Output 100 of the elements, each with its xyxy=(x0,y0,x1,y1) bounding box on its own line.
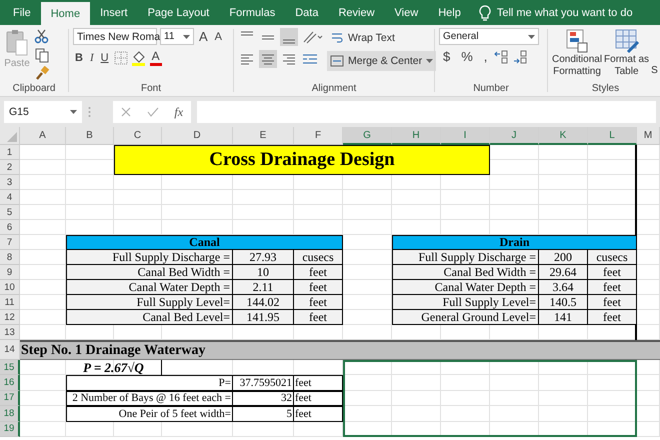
ribbon-tab[interactable]: Data xyxy=(285,0,328,25)
row-header[interactable]: 9 xyxy=(0,265,20,280)
column-header[interactable]: G xyxy=(343,127,392,145)
table-cell: Full Supply Discharge = xyxy=(392,250,539,265)
column-header[interactable]: C xyxy=(114,127,162,145)
bold-button[interactable]: B xyxy=(73,52,85,64)
table-cell: 10 xyxy=(233,265,294,280)
row-header[interactable]: 8 xyxy=(0,250,20,265)
drag-handle-icon[interactable] xyxy=(88,106,91,118)
row-header[interactable]: 10 xyxy=(0,280,20,295)
table-cell: Canal Bed Width = xyxy=(392,265,539,280)
table-cell: Full Supply Level= xyxy=(392,295,539,310)
merge-center-button[interactable]: Merge & Center xyxy=(327,51,436,71)
row-header[interactable]: 12 xyxy=(0,310,20,325)
scissors-icon[interactable] xyxy=(34,28,50,44)
column-header[interactable]: B xyxy=(66,127,114,145)
ribbon-tab[interactable]: Help xyxy=(428,0,471,25)
row-header[interactable]: 4 xyxy=(0,190,20,205)
row-header[interactable]: 5 xyxy=(0,205,20,220)
table-cell: feet xyxy=(588,310,637,325)
column-header[interactable]: F xyxy=(294,127,343,145)
conditional-formatting-button[interactable]: Conditional Formatting xyxy=(551,28,604,78)
clipboard-icon xyxy=(4,28,30,58)
ribbon-tab[interactable]: Page Layout xyxy=(138,0,220,25)
table-cell: 2.11 xyxy=(233,280,294,295)
row-header[interactable]: 19 xyxy=(0,422,20,437)
ribbon-tab[interactable]: Review xyxy=(328,0,385,25)
row-header[interactable]: 6 xyxy=(0,220,20,235)
table-cell: feet xyxy=(588,280,637,295)
ribbon-tab[interactable]: Insert xyxy=(90,0,138,25)
tell-me-search[interactable]: Tell me what you want to do xyxy=(496,6,633,18)
row-header[interactable]: 18 xyxy=(0,406,20,422)
format-as-table-button[interactable]: Format as Table xyxy=(603,28,650,78)
column-header[interactable]: E xyxy=(233,127,294,145)
row-header[interactable]: 17 xyxy=(0,390,20,406)
currency-button[interactable]: $ xyxy=(439,49,454,64)
column-header[interactable]: A xyxy=(20,127,66,145)
table-cell: 5 xyxy=(233,406,294,422)
row-header[interactable]: 13 xyxy=(0,325,20,340)
font-color-button[interactable]: A xyxy=(150,49,162,66)
wrap-text-button[interactable]: Wrap Text xyxy=(327,28,436,48)
percent-button[interactable]: % xyxy=(457,49,477,64)
table-cell: 29.64 xyxy=(539,265,588,280)
ribbon-tab[interactable]: Home xyxy=(40,2,90,25)
cell-styles-button[interactable]: S xyxy=(651,65,658,76)
ribbon-tab[interactable]: View xyxy=(384,0,428,25)
insert-function-button[interactable]: fx xyxy=(174,104,184,120)
column-header[interactable]: H xyxy=(392,127,441,145)
row-header[interactable]: 1 xyxy=(0,145,20,160)
caret-icon xyxy=(426,59,434,63)
column-header[interactable]: K xyxy=(539,127,588,145)
table-cell: feet xyxy=(294,280,343,295)
column-header[interactable]: I xyxy=(441,127,490,145)
decrease-decimal-icon[interactable] xyxy=(513,50,530,64)
table-cell: 37.7595021 xyxy=(233,375,294,391)
row-header[interactable]: 11 xyxy=(0,295,20,310)
increase-decimal-icon[interactable] xyxy=(494,50,510,64)
ribbon-tab[interactable]: File xyxy=(3,0,41,25)
table-cell: Full Supply Discharge = xyxy=(66,250,233,265)
sheet-title: Cross Drainage Design xyxy=(114,145,490,175)
table-header: Drain xyxy=(392,235,637,250)
table-cell: 32 xyxy=(233,390,294,406)
shrink-font-button[interactable]: A xyxy=(212,30,224,42)
ribbon-tab[interactable]: Formulas xyxy=(219,0,286,25)
format-painter-icon[interactable] xyxy=(34,66,50,82)
underline-button[interactable]: U xyxy=(98,52,111,64)
table-cell: 141 xyxy=(539,310,588,325)
align-icon[interactable] xyxy=(280,28,298,46)
formula-input[interactable] xyxy=(197,101,656,123)
group-label: Clipboard xyxy=(12,83,56,94)
name-box[interactable]: G15 xyxy=(4,101,82,123)
enter-check-icon[interactable] xyxy=(146,107,159,117)
italic-button[interactable]: I xyxy=(88,52,96,64)
section-heading: Step No. 1 Drainage Waterway xyxy=(20,340,660,360)
table-cell: cusecs xyxy=(588,250,637,265)
table-cell: cusecs xyxy=(294,250,343,265)
row-header[interactable]: 7 xyxy=(0,235,20,250)
borders-icon[interactable] xyxy=(114,50,128,64)
column-header[interactable]: J xyxy=(490,127,539,145)
column-header[interactable]: D xyxy=(162,127,233,145)
merge-icon xyxy=(330,55,344,67)
table-cell: feet xyxy=(294,375,343,391)
row-header[interactable]: 15 xyxy=(0,360,20,376)
row-header[interactable]: 3 xyxy=(0,175,20,190)
row-header[interactable]: 14 xyxy=(0,340,20,360)
comma-button[interactable]: , xyxy=(480,49,492,64)
grow-font-button[interactable]: A xyxy=(197,29,210,44)
table-cell: 27.93 xyxy=(233,250,294,265)
caret-icon xyxy=(70,110,77,114)
row-header[interactable]: 16 xyxy=(0,375,20,391)
column-header[interactable]: L xyxy=(588,127,637,145)
align-icon[interactable] xyxy=(259,50,277,68)
column-header[interactable]: M xyxy=(637,127,660,145)
copy-icon[interactable] xyxy=(34,47,50,63)
lightbulb-icon xyxy=(478,4,491,20)
font-size-dropdown[interactable]: 11 xyxy=(160,28,194,45)
group-label: Font xyxy=(140,83,162,94)
number-format-dropdown[interactable]: General xyxy=(439,28,539,45)
fill-color-icon[interactable] xyxy=(130,50,147,66)
row-header[interactable]: 2 xyxy=(0,160,20,175)
